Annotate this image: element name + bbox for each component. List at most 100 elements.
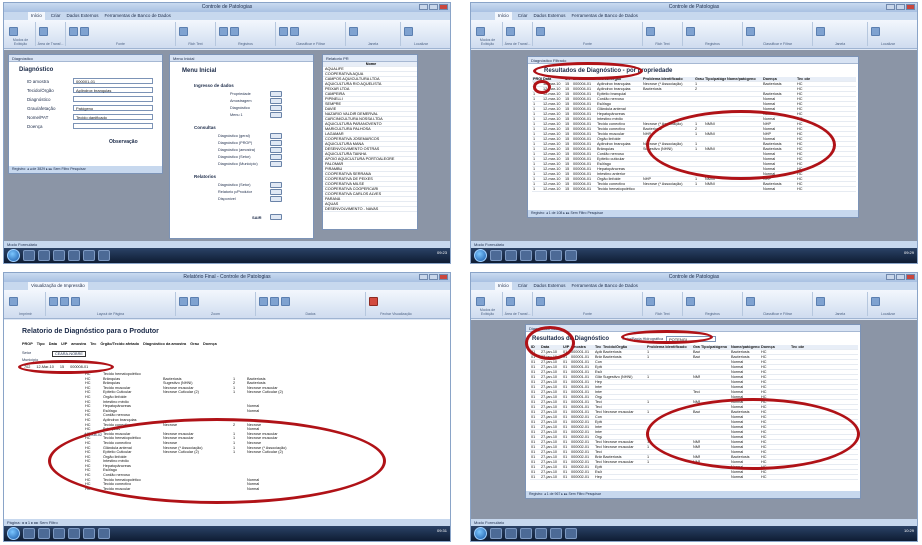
list-item[interactable]: DESENVOLVIMENTO - NAVAS — [323, 207, 417, 212]
rich-text-icon[interactable] — [179, 27, 188, 36]
tab-dados-externos[interactable]: Dados Externos — [534, 12, 566, 20]
taskbar-firefox-icon[interactable] — [53, 250, 65, 261]
filter-icon[interactable] — [746, 297, 755, 306]
bold-icon[interactable] — [80, 27, 89, 36]
taskbar-explorer-icon[interactable] — [38, 250, 50, 261]
column-header[interactable]: Tipo/patógeno — [704, 77, 726, 81]
consulta-prop-button[interactable] — [270, 140, 282, 146]
taskbar-word-icon[interactable] — [83, 250, 95, 261]
save-icon[interactable] — [230, 27, 239, 36]
tab-ferramentas[interactable]: Ferramentas de Banco de Dados — [572, 12, 638, 20]
window-icon[interactable] — [816, 297, 825, 306]
close-button[interactable] — [906, 4, 915, 10]
taskbar-explorer-icon[interactable] — [38, 528, 50, 539]
tab-inicio[interactable]: Início — [495, 12, 512, 20]
window-icon[interactable] — [816, 27, 825, 36]
paste-icon[interactable] — [39, 27, 48, 36]
column-header[interactable]: Problema Identificado — [646, 345, 692, 349]
taskbar-media-icon[interactable] — [535, 528, 547, 539]
column-header[interactable]: Doença — [762, 77, 796, 81]
consulta-geral-button[interactable] — [270, 133, 282, 139]
table-row[interactable]: 1 12-mar-10 15 000004-01 Tecido hematopoiéti… — [532, 187, 856, 192]
close-preview-icon[interactable] — [369, 297, 378, 306]
zoom-icon[interactable] — [179, 297, 188, 306]
nome-pat-field[interactable]: Tecido danificado — [73, 114, 153, 120]
column-header[interactable]: Tecido/Órgão — [602, 345, 646, 349]
column-header[interactable]: Grau — [692, 345, 700, 349]
tab-ferramentas[interactable]: Ferramentas de Banco de Dados — [105, 12, 171, 20]
start-button[interactable] — [7, 249, 20, 262]
refresh-icon[interactable] — [259, 297, 268, 306]
menu1-button[interactable] — [270, 112, 282, 118]
tecido-orgao-field[interactable]: Aplindrox branquias — [73, 87, 153, 93]
window-icon[interactable] — [349, 27, 358, 36]
taskbar-explorer-icon[interactable] — [505, 528, 517, 539]
taskbar-media-icon[interactable] — [68, 250, 80, 261]
tab-print-preview[interactable]: Visualização de Impressão — [28, 282, 88, 290]
view-icon[interactable] — [9, 27, 18, 36]
taskbar-access-icon[interactable] — [98, 528, 110, 539]
tab-criar[interactable]: Criar — [518, 12, 528, 20]
font-icon[interactable] — [69, 27, 78, 36]
amostragem-button[interactable] — [270, 98, 282, 104]
column-header[interactable]: Tipo/patógeno — [700, 345, 730, 349]
consulta-setor-button[interactable] — [270, 154, 282, 160]
doc-tab[interactable]: Diagnóstico — [9, 55, 162, 62]
tab-dados-externos[interactable]: Dados Externos — [534, 282, 566, 290]
start-button[interactable] — [474, 527, 487, 540]
word-icon[interactable] — [281, 297, 290, 306]
taskbar-ie-icon[interactable] — [23, 528, 35, 539]
tab-inicio[interactable]: Início — [28, 12, 45, 20]
excel-icon[interactable] — [270, 297, 279, 306]
consulta-amostra-button[interactable] — [270, 147, 282, 153]
close-button[interactable] — [439, 4, 448, 10]
diagnostico-button[interactable] — [270, 105, 282, 111]
view-icon[interactable] — [476, 297, 485, 306]
taskbar-ie-icon[interactable] — [490, 250, 502, 261]
tab-criar[interactable]: Criar — [518, 282, 528, 290]
sair-button[interactable] — [270, 214, 282, 220]
maximize-button[interactable] — [896, 274, 905, 280]
font-icon[interactable] — [536, 297, 545, 306]
table-row[interactable]: 0127-jan-1001000002-01HepatopâncreasNorm… — [530, 475, 858, 480]
portrait-icon[interactable] — [49, 297, 58, 306]
minimize-button[interactable] — [886, 274, 895, 280]
consulta-municipio-button[interactable] — [270, 161, 282, 167]
paste-icon[interactable] — [506, 297, 515, 306]
start-button[interactable] — [474, 249, 487, 262]
taskbar-ie-icon[interactable] — [490, 528, 502, 539]
maximize-button[interactable] — [896, 4, 905, 10]
doc-tab[interactable]: Menu Inicial — [170, 55, 313, 62]
propriedade-button[interactable] — [270, 91, 282, 97]
taskbar-word-icon[interactable] — [550, 250, 562, 261]
column-header[interactable]: Grau — [694, 77, 704, 81]
taskbar-access-icon[interactable] — [98, 250, 110, 261]
relatorio-setor-button[interactable] — [270, 182, 282, 188]
printer-icon[interactable] — [9, 297, 18, 306]
close-button[interactable] — [906, 274, 915, 280]
minimize-button[interactable] — [419, 4, 428, 10]
minimize-button[interactable] — [886, 4, 895, 10]
taskbar-media-icon[interactable] — [535, 250, 547, 261]
record-navigator[interactable]: Registro: ◂ ◂ de 3829 ▸ ▸▸ Sem Filtro Pe… — [9, 166, 162, 173]
rich-text-icon[interactable] — [646, 297, 655, 306]
column-header[interactable]: Doença — [760, 345, 790, 349]
taskbar-word-icon[interactable] — [550, 528, 562, 539]
paste-icon[interactable] — [506, 27, 515, 36]
maximize-button[interactable] — [429, 4, 438, 10]
tab-ferramentas[interactable]: Ferramentas de Banco de Dados — [572, 282, 638, 290]
taskbar-explorer-icon[interactable] — [505, 250, 517, 261]
doenca-field[interactable] — [73, 123, 153, 129]
taskbar-firefox-icon[interactable] — [520, 528, 532, 539]
taskbar-ie-icon[interactable] — [23, 250, 35, 261]
maximize-button[interactable] — [429, 274, 438, 280]
record-navigator[interactable]: Registro: ◂ 1 de 108 ▸ ▸▸ Sem Filtro Pes… — [528, 210, 858, 217]
taskbar-word-icon[interactable] — [83, 528, 95, 539]
column-header[interactable]: Tec obs — [790, 345, 804, 349]
grau-afetacao-field[interactable]: Patógeno — [73, 105, 153, 111]
landscape-icon[interactable] — [60, 297, 69, 306]
margins-icon[interactable] — [71, 297, 80, 306]
tab-criar[interactable]: Criar — [51, 12, 61, 20]
records-icon[interactable] — [686, 297, 695, 306]
filter-icon[interactable] — [746, 27, 755, 36]
